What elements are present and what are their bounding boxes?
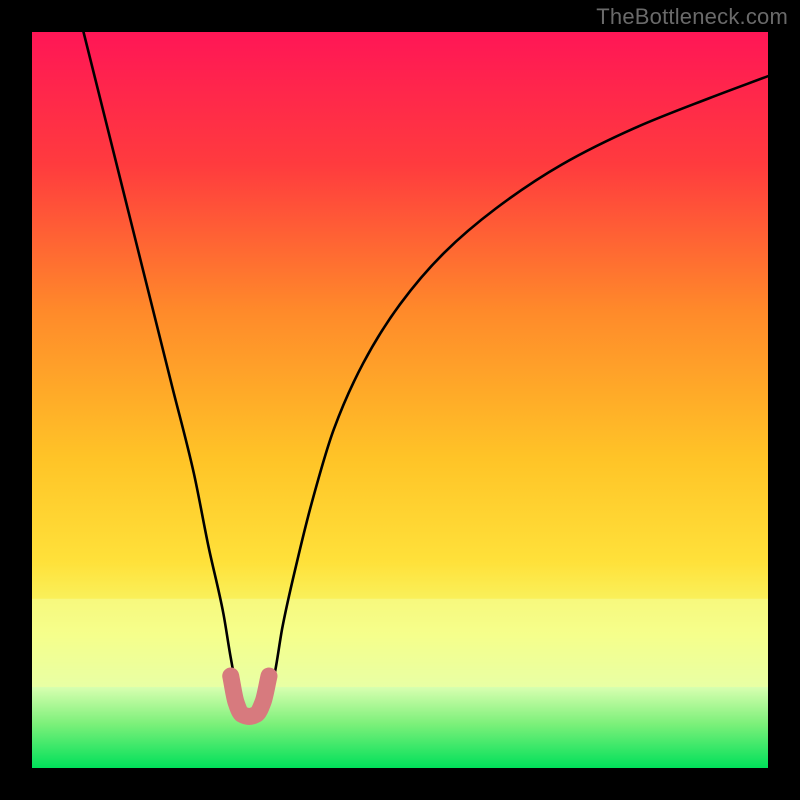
chart-frame: TheBottleneck.com	[0, 0, 800, 800]
chart-highlight-band	[32, 599, 768, 687]
attribution-text: TheBottleneck.com	[596, 4, 788, 30]
bottleneck-chart	[0, 0, 800, 800]
